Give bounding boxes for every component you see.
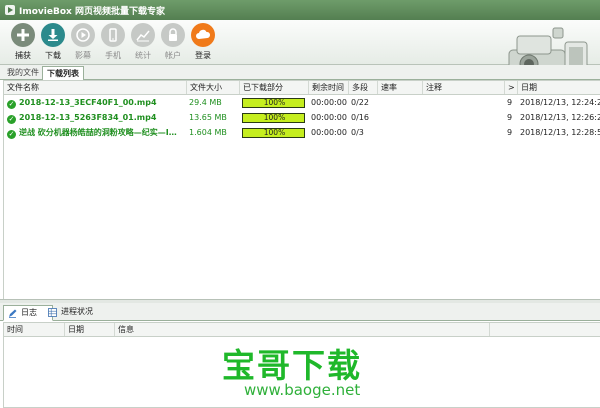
play-icon <box>71 23 95 47</box>
date: 2018/12/13, 12:28:5 <box>520 128 600 137</box>
col-header-name[interactable]: 文件名称 <box>4 81 186 94</box>
date: 2018/12/13, 12:26:2 <box>520 113 600 122</box>
download-icon <box>41 23 65 47</box>
tab-my-files[interactable]: 我的文件 <box>3 66 43 79</box>
speed <box>377 111 422 125</box>
log-header: 时间 日期 信息 <box>4 323 600 337</box>
progress-bar: 100% <box>242 98 305 108</box>
tab-download-list[interactable]: 下载列表 <box>42 66 84 81</box>
col-header-more[interactable]: > <box>504 81 517 94</box>
app-logo-icon <box>5 5 15 15</box>
plus-icon <box>11 23 35 47</box>
login-label: 登录 <box>195 51 211 60</box>
download-table: 文件名称 文件大小 已下载部分 剩余时间 多段 速率 注释 > 日期 ✓ 2018… <box>3 80 600 300</box>
download-button[interactable]: 下载 <box>38 23 68 63</box>
tab-process-label: 进程状况 <box>61 307 93 316</box>
date: 2018/12/13, 12:24:2 <box>520 98 600 107</box>
completed-check-icon: ✓ <box>7 100 16 109</box>
note <box>422 96 504 110</box>
theater-label: 影幕 <box>75 51 91 60</box>
stats-button[interactable]: 统计 <box>128 23 158 63</box>
process-grid-icon <box>48 308 57 317</box>
segments: 0/3 <box>351 128 364 137</box>
speed <box>377 96 422 110</box>
col-header-note[interactable]: 注释 <box>422 81 504 94</box>
remaining-time: 00:00:00 <box>311 98 347 107</box>
more-value: 9 <box>507 98 513 107</box>
file-name-cell: ✓ 逆战 砍分机器杨皓喆的洞粉攻略—纪实—I… <box>4 126 186 140</box>
file-name-cell: ✓ 2018-12-13_5263F834_01.mp4 <box>4 111 186 125</box>
segments: 0/22 <box>351 98 369 107</box>
title-bar: ImovieBox 网页视频批量下载专家 <box>0 0 600 20</box>
file-name: 逆战 砍分机器杨皓喆的洞粉攻略—纪实—I… <box>19 128 177 137</box>
remaining-time: 00:00:00 <box>311 113 347 122</box>
progress-cell: 100% <box>239 126 308 140</box>
note <box>422 126 504 140</box>
login-button[interactable]: 登录 <box>188 23 218 63</box>
col-header-progress[interactable]: 已下载部分 <box>239 81 308 94</box>
more-value: 9 <box>507 113 513 122</box>
segments: 0/16 <box>351 113 369 122</box>
chart-icon <box>131 23 155 47</box>
tab-process-status[interactable]: 进程状况 <box>44 305 103 319</box>
file-size: 13.65 MB <box>189 113 227 122</box>
watermark-url: www.baoge.net <box>244 381 361 399</box>
col-header-speed[interactable]: 速率 <box>377 81 422 94</box>
table-row[interactable]: ✓ 2018-12-13_5263F834_01.mp4 13.65 MB 100… <box>4 111 600 125</box>
cloud-icon <box>191 23 215 47</box>
log-col-time[interactable]: 时间 <box>4 323 64 336</box>
download-label: 下载 <box>45 51 61 60</box>
remaining-time: 00:00:00 <box>311 128 347 137</box>
speed <box>377 126 422 140</box>
file-name: 2018-12-13_5263F834_01.mp4 <box>19 113 157 122</box>
table-row[interactable]: ✓ 2018-12-13_3ECF40F1_00.mp4 29.4 MB 100%… <box>4 96 600 110</box>
progress-cell: 100% <box>239 111 308 125</box>
capture-label: 捕获 <box>15 51 31 60</box>
more-value: 9 <box>507 128 513 137</box>
window-title: ImovieBox 网页视频批量下载专家 <box>19 7 165 17</box>
stats-label: 统计 <box>135 51 151 60</box>
progress-text: 100% <box>263 98 286 107</box>
account-label: 帐户 <box>165 51 181 60</box>
lock-icon <box>161 23 185 47</box>
account-button[interactable]: 帐户 <box>158 23 188 63</box>
file-name: 2018-12-13_3ECF40F1_00.mp4 <box>19 98 157 107</box>
progress-bar: 100% <box>242 128 305 138</box>
capture-button[interactable]: 捕获 <box>8 23 38 63</box>
tab-log-label: 日志 <box>21 308 37 317</box>
col-header-date[interactable]: 日期 <box>517 81 600 94</box>
file-tabs: 我的文件 下载列表 <box>0 65 600 81</box>
progress-bar: 100% <box>242 113 305 123</box>
file-name-cell: ✓ 2018-12-13_3ECF40F1_00.mp4 <box>4 96 186 110</box>
log-col-date[interactable]: 日期 <box>64 323 114 336</box>
note <box>422 111 504 125</box>
progress-cell: 100% <box>239 96 308 110</box>
table-header: 文件名称 文件大小 已下载部分 剩余时间 多段 速率 注释 > 日期 <box>4 81 600 95</box>
log-col-blank <box>489 323 600 336</box>
toolbar: 捕获 下载 影幕 手机 统计 帐户 登录 <box>0 20 600 77</box>
progress-text: 100% <box>263 128 286 137</box>
col-header-remaining[interactable]: 剩余时间 <box>308 81 348 94</box>
log-icon <box>9 309 17 318</box>
table-row[interactable]: ✓ 逆战 砍分机器杨皓喆的洞粉攻略—纪实—I… 1.604 MB 100% 00:… <box>4 126 600 140</box>
phone-label: 手机 <box>105 51 121 60</box>
col-header-size[interactable]: 文件大小 <box>186 81 239 94</box>
completed-check-icon: ✓ <box>7 115 16 124</box>
completed-check-icon: ✓ <box>7 130 16 139</box>
theater-button[interactable]: 影幕 <box>68 23 98 63</box>
col-header-segments[interactable]: 多段 <box>348 81 377 94</box>
phone-icon <box>101 23 125 47</box>
bottom-tabs: 日志 进程状况 <box>0 303 600 321</box>
phone-button[interactable]: 手机 <box>98 23 128 63</box>
progress-text: 100% <box>263 113 286 122</box>
log-col-info[interactable]: 信息 <box>114 323 489 336</box>
file-size: 29.4 MB <box>189 98 222 107</box>
file-size: 1.604 MB <box>189 128 227 137</box>
watermark-title: 宝哥下载 <box>222 346 362 385</box>
